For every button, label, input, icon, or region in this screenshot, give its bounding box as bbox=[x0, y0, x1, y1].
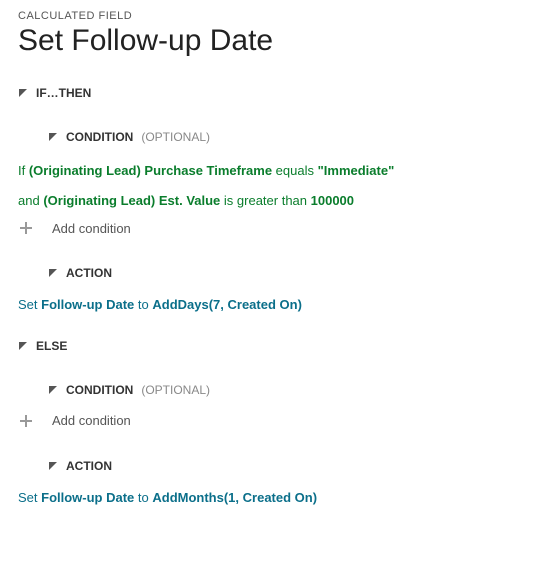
eyebrow-label: CALCULATED FIELD bbox=[18, 10, 515, 22]
expand-icon[interactable] bbox=[18, 341, 28, 351]
if-condition-2[interactable]: and (Originating Lead) Est. Value is gre… bbox=[18, 192, 515, 210]
if-then-label: IF…THEN bbox=[36, 86, 91, 100]
add-condition-if[interactable]: Add condition bbox=[18, 220, 515, 236]
action-label: ACTION bbox=[66, 266, 112, 280]
cond-prefix: and bbox=[18, 193, 43, 208]
else-header[interactable]: ELSE bbox=[18, 333, 515, 359]
condition-label: CONDITION bbox=[66, 130, 133, 144]
else-condition-header[interactable]: CONDITION (OPTIONAL) bbox=[48, 377, 515, 403]
expand-icon[interactable] bbox=[18, 88, 28, 98]
if-then-header[interactable]: IF…THEN bbox=[18, 80, 515, 106]
if-action-line[interactable]: Set Follow-up Date to AddDays(7, Created… bbox=[18, 296, 515, 314]
cond-prefix: If bbox=[18, 163, 29, 178]
plus-icon bbox=[18, 413, 34, 429]
cond-op: is greater than bbox=[220, 193, 310, 208]
cond-value: "Immediate" bbox=[318, 163, 395, 178]
if-condition-1[interactable]: If (Originating Lead) Purchase Timeframe… bbox=[18, 162, 515, 180]
action-field: Follow-up Date bbox=[41, 297, 134, 312]
if-condition-header[interactable]: CONDITION (OPTIONAL) bbox=[48, 124, 515, 150]
expand-icon[interactable] bbox=[48, 385, 58, 395]
cond-op: equals bbox=[272, 163, 318, 178]
action-field: Follow-up Date bbox=[41, 490, 134, 505]
else-action-header[interactable]: ACTION bbox=[48, 453, 515, 479]
action-expr: AddMonths(1, Created On) bbox=[152, 490, 317, 505]
action-mid: to bbox=[134, 297, 152, 312]
expand-icon[interactable] bbox=[48, 461, 58, 471]
cond-field: (Originating Lead) Est. Value bbox=[43, 193, 220, 208]
cond-field: (Originating Lead) Purchase Timeframe bbox=[29, 163, 272, 178]
action-prefix: Set bbox=[18, 297, 41, 312]
action-mid: to bbox=[134, 490, 152, 505]
condition-label: CONDITION bbox=[66, 383, 133, 397]
page-title: Set Follow-up Date bbox=[18, 24, 515, 58]
expand-icon[interactable] bbox=[48, 132, 58, 142]
else-label: ELSE bbox=[36, 339, 67, 353]
plus-icon bbox=[18, 220, 34, 236]
else-action-line[interactable]: Set Follow-up Date to AddMonths(1, Creat… bbox=[18, 489, 515, 507]
optional-label: (OPTIONAL) bbox=[141, 130, 210, 144]
if-action-header[interactable]: ACTION bbox=[48, 260, 515, 286]
action-label: ACTION bbox=[66, 459, 112, 473]
action-prefix: Set bbox=[18, 490, 41, 505]
add-condition-label: Add condition bbox=[52, 413, 131, 428]
action-expr: AddDays(7, Created On) bbox=[152, 297, 302, 312]
add-condition-else[interactable]: Add condition bbox=[18, 413, 515, 429]
expand-icon[interactable] bbox=[48, 268, 58, 278]
optional-label: (OPTIONAL) bbox=[141, 383, 210, 397]
cond-value: 100000 bbox=[311, 193, 354, 208]
add-condition-label: Add condition bbox=[52, 221, 131, 236]
